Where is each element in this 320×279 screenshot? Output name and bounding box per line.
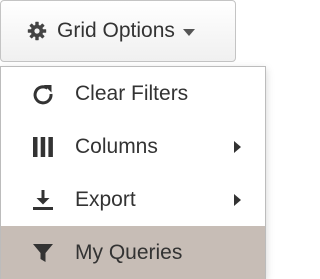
submenu-arrow-icon <box>234 140 241 153</box>
menu-item-export[interactable]: Export <box>1 173 265 226</box>
download-icon <box>31 188 55 212</box>
refresh-icon <box>31 82 55 106</box>
menu-item-columns[interactable]: Columns <box>1 120 265 173</box>
grid-options-dropdown: Grid Options Clear Filters Columns Expor… <box>0 0 266 279</box>
gear-icon <box>25 19 49 43</box>
grid-options-label: Grid Options <box>57 19 175 42</box>
menu-item-label: Clear Filters <box>75 81 189 105</box>
menu-item-label: Export <box>75 187 136 211</box>
grid-options-menu: Clear Filters Columns Export My Queries <box>0 66 266 279</box>
menu-item-my-queries[interactable]: My Queries <box>1 226 265 279</box>
menu-item-label: Columns <box>75 134 158 158</box>
grid-options-button[interactable]: Grid Options <box>0 0 236 62</box>
columns-icon <box>31 135 55 159</box>
caret-down-icon <box>182 28 195 36</box>
submenu-arrow-icon <box>234 193 241 206</box>
filter-icon <box>31 241 55 265</box>
menu-item-label: My Queries <box>75 240 183 264</box>
menu-item-clear-filters[interactable]: Clear Filters <box>1 67 265 120</box>
